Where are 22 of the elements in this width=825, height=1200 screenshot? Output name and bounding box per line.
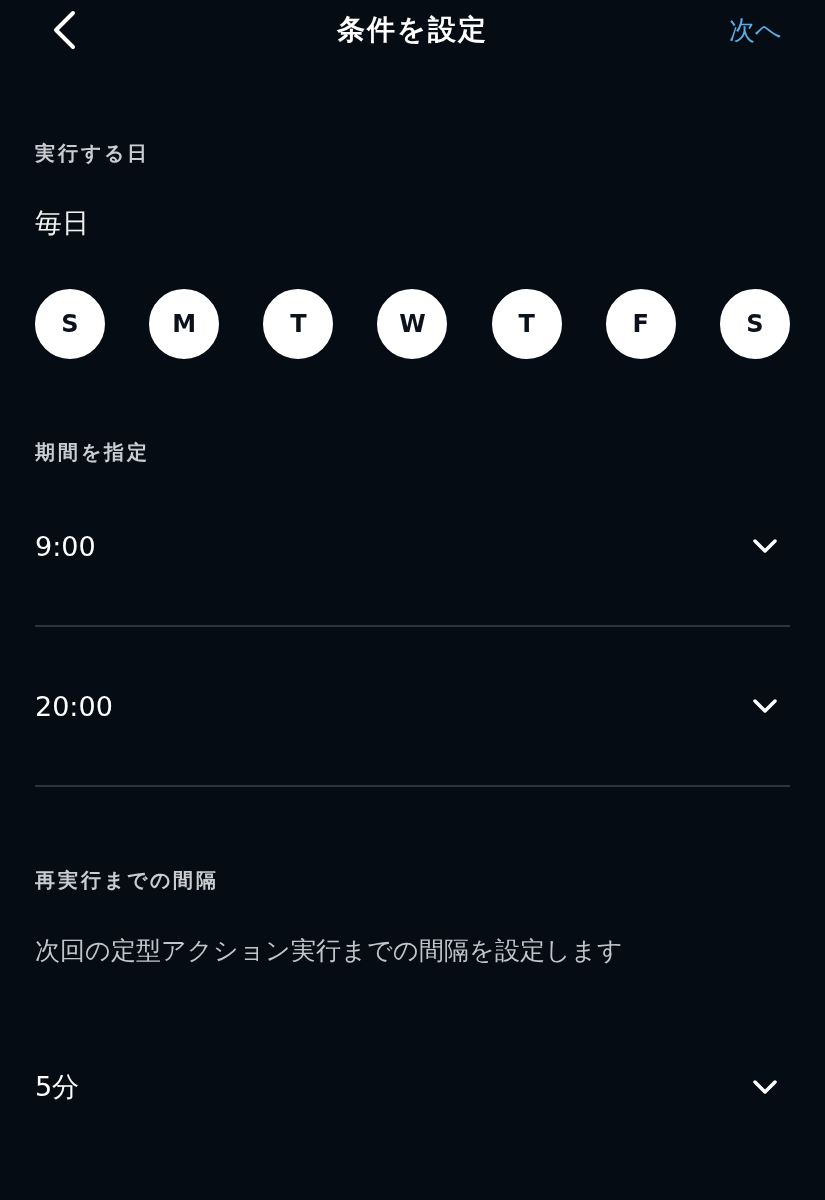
page-title: 条件を設定: [337, 12, 488, 48]
chevron-down-icon: [752, 698, 778, 714]
description-text: 次回の定型アクション実行までの間隔を設定します: [35, 935, 624, 967]
day-toggle[interactable]: W: [377, 289, 448, 359]
chevron-left-icon: [51, 10, 77, 50]
day-toggle[interactable]: F: [605, 289, 676, 359]
day-toggle[interactable]: S: [719, 289, 790, 359]
section-label: 期間を指定: [35, 439, 151, 466]
day-toggle[interactable]: M: [149, 289, 220, 359]
day-toggle[interactable]: S: [35, 289, 105, 359]
chevron-down-icon: [752, 1079, 778, 1095]
day-toggle[interactable]: T: [263, 289, 334, 359]
day-toggle[interactable]: T: [491, 289, 562, 359]
section-label: 実行する日: [35, 140, 151, 167]
time-dropdown[interactable]: 9:00: [35, 467, 790, 627]
days-summary: 毎日: [35, 206, 90, 240]
time-dropdown[interactable]: 20:00: [35, 627, 790, 787]
interval-dropdown[interactable]: 5分: [35, 1047, 790, 1127]
back-button[interactable]: [51, 10, 77, 50]
chevron-down-icon: [752, 538, 778, 554]
next-button[interactable]: 次へ: [729, 12, 782, 48]
section-label: 再実行までの間隔: [35, 867, 220, 894]
